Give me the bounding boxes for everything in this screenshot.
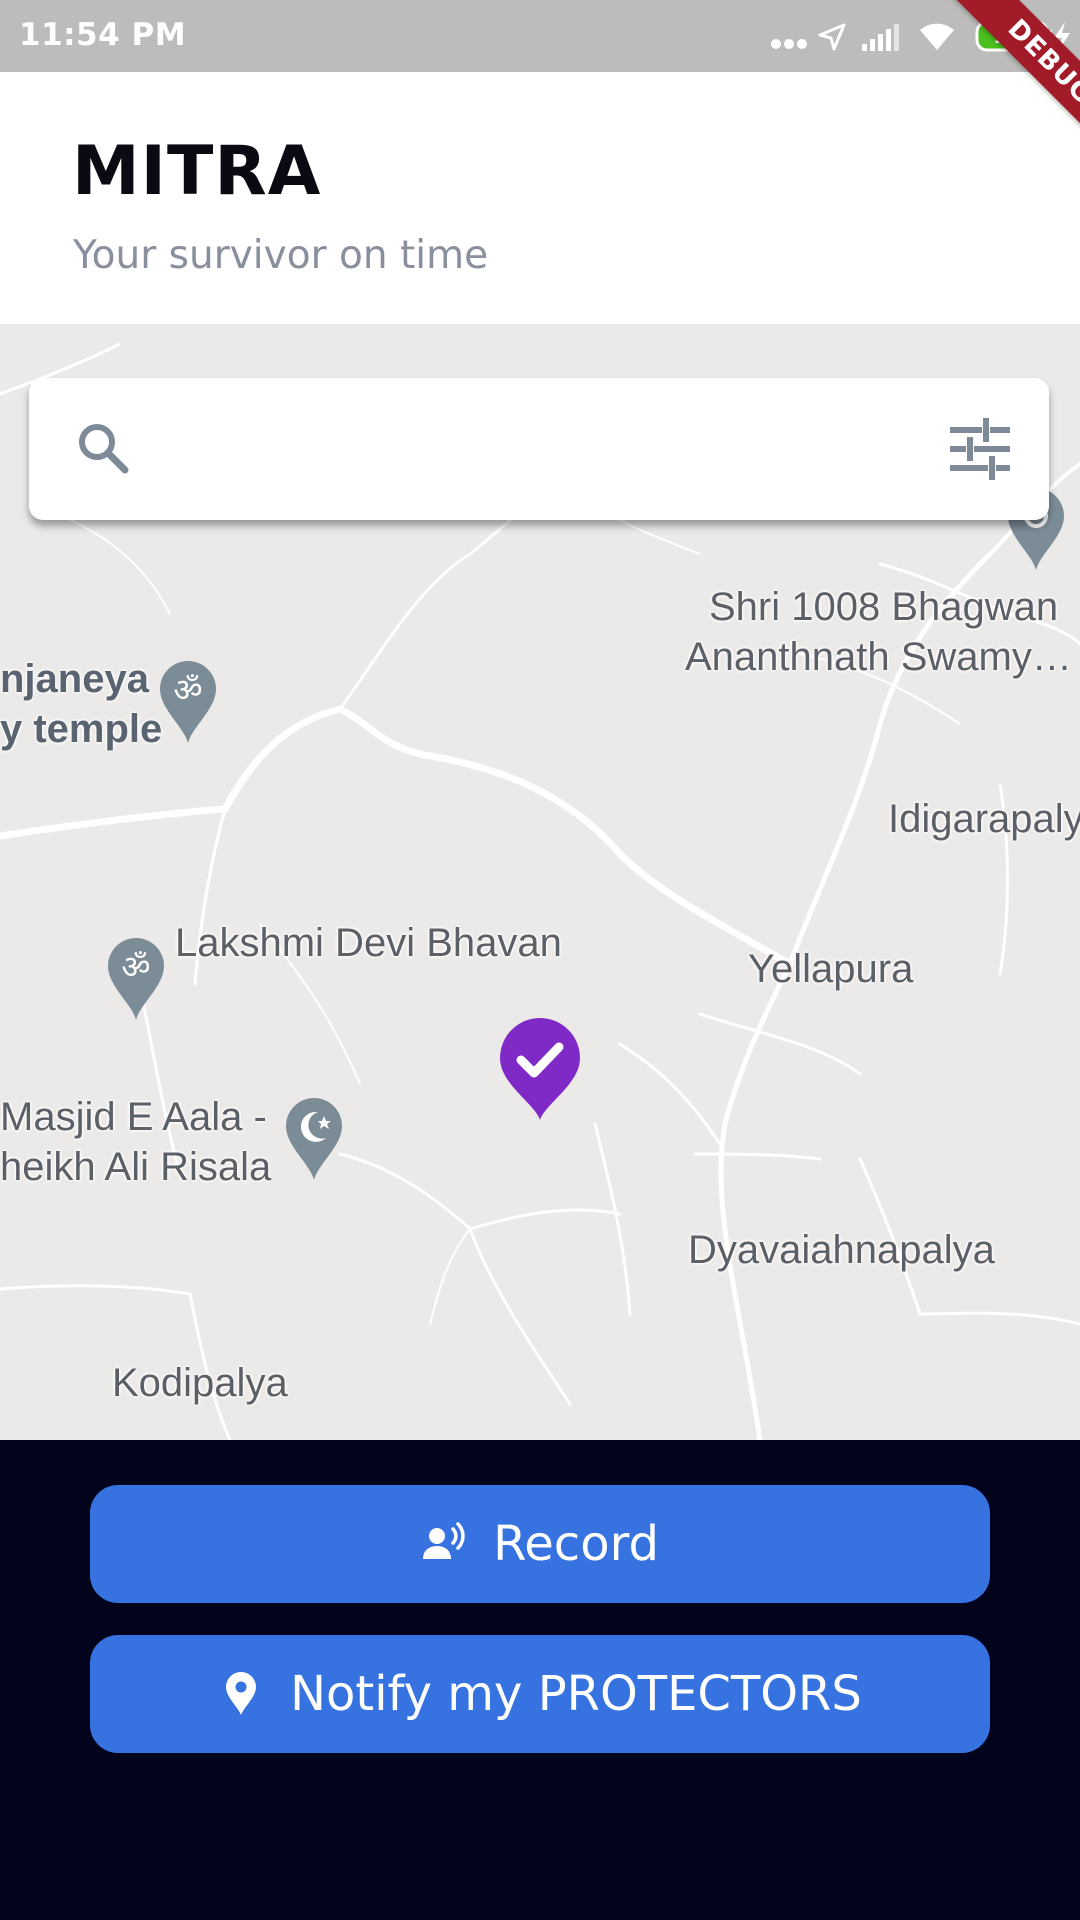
- app-title: MITRA: [72, 132, 322, 211]
- more-dots-icon: [771, 39, 807, 49]
- map-label-anjaneya-1: njaneya: [0, 657, 149, 701]
- bottom-action-panel: Record Notify my PROTECTORS: [0, 1440, 1080, 1920]
- map-label-lakshmi-devi-bhavan: Lakshmi Devi Bhavan: [175, 921, 562, 965]
- map-label-masjid-2: heikh Ali Risala: [0, 1145, 272, 1189]
- record-button[interactable]: Record: [90, 1485, 990, 1603]
- svg-text:ॐ: ॐ: [121, 948, 150, 986]
- svg-text:ॐ: ॐ: [173, 671, 202, 709]
- search-input[interactable]: [159, 414, 943, 486]
- map-label-dyavaiahnapalya: Dyavaiahnapalya: [688, 1228, 995, 1272]
- map-label-anjaneya-2: y temple: [0, 707, 163, 751]
- map-label-idigarapalya: Idigarapalya: [888, 797, 1080, 841]
- app-subtitle: Your survivor on time: [73, 233, 489, 278]
- check-location-marker-icon[interactable]: [497, 1016, 583, 1122]
- record-voice-icon: [423, 1522, 465, 1559]
- status-bar: 11:54 PM 100: [0, 0, 1080, 72]
- map-label-masjid-1: Masjid E Aala -: [0, 1095, 267, 1139]
- search-bar[interactable]: [29, 378, 1049, 520]
- status-time: 11:54 PM: [19, 17, 187, 53]
- om-pin-icon[interactable]: ॐ: [156, 657, 220, 745]
- notify-protectors-button[interactable]: Notify my PROTECTORS: [90, 1635, 990, 1753]
- map-label-kodipalya: Kodipalya: [112, 1361, 288, 1405]
- app-screen: 11:54 PM 100 DEBUG MITRA: [0, 0, 1080, 1920]
- crescent-pin-icon[interactable]: [282, 1094, 346, 1182]
- map-label-shri-1008: Shri 1008 Bhagwan: [709, 585, 1059, 629]
- wifi-icon: [920, 23, 954, 50]
- signal-icon: [862, 24, 899, 51]
- location-pin-icon: [226, 1672, 257, 1715]
- app-header: MITRA Your survivor on time: [0, 72, 1080, 324]
- notify-button-label: Notify my PROTECTORS: [290, 1666, 862, 1722]
- search-icon[interactable]: [73, 418, 133, 478]
- map-label-ananthnath: Ananthnath Swamy…: [685, 635, 1072, 679]
- location-arrow-icon: [818, 23, 846, 51]
- filter-sliders-icon[interactable]: [949, 418, 1011, 480]
- map-label-yellapura: Yellapura: [748, 947, 914, 991]
- record-button-label: Record: [493, 1516, 659, 1572]
- om-pin-icon[interactable]: ॐ: [104, 934, 168, 1022]
